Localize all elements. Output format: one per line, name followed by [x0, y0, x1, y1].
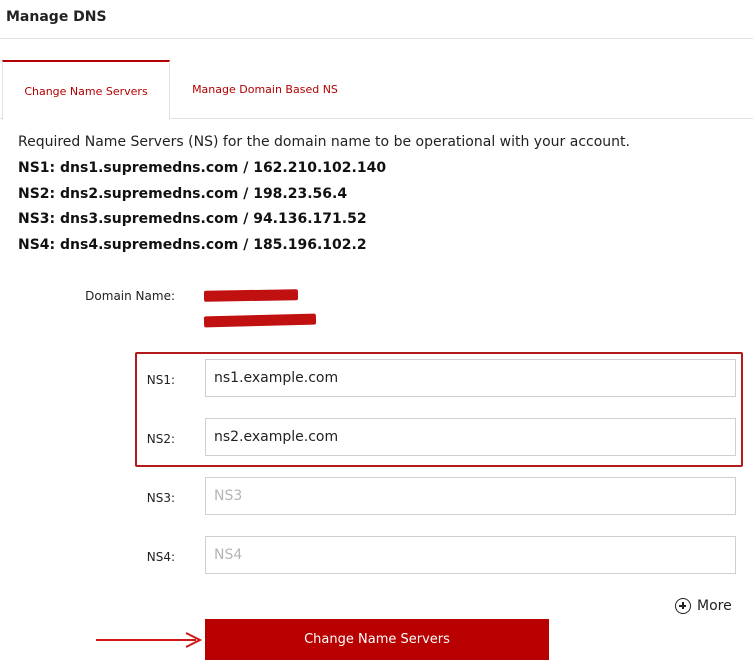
- tab-label: Change Name Servers: [24, 84, 148, 98]
- domain-name-label: Domain Name:: [85, 289, 175, 303]
- ns3-input[interactable]: [205, 477, 736, 515]
- ns4-input[interactable]: [205, 536, 736, 574]
- ns4-label: NS4:: [146, 550, 175, 564]
- change-name-servers-button[interactable]: Change Name Servers: [205, 619, 549, 660]
- page-title: Manage DNS: [6, 9, 107, 25]
- plus-circle-icon: [675, 598, 691, 614]
- tab-label: Manage Domain Based NS: [192, 83, 338, 96]
- ns3-label: NS3:: [146, 491, 175, 505]
- ns2-label: NS2:: [146, 432, 175, 446]
- title-divider: [0, 38, 753, 39]
- redacted-domain-mark: [203, 289, 299, 302]
- ns-requirement-text: Required Name Servers (NS) for the domai…: [18, 134, 630, 150]
- required-ns-3: NS3: dns3.supremedns.com / 94.136.171.52: [18, 211, 367, 227]
- ns1-label: NS1:: [146, 373, 175, 387]
- required-ns-2: NS2: dns2.supremedns.com / 198.23.56.4: [18, 186, 348, 202]
- required-ns-4: NS4: dns4.supremedns.com / 185.196.102.2: [18, 237, 367, 253]
- tab-change-name-servers[interactable]: Change Name Servers: [2, 60, 170, 120]
- redacted-domain-mark: [203, 313, 317, 328]
- tab-manage-domain-based-ns[interactable]: Manage Domain Based NS: [170, 60, 360, 119]
- more-button[interactable]: More: [675, 598, 732, 614]
- ns2-input[interactable]: [205, 418, 736, 456]
- required-ns-1: NS1: dns1.supremedns.com / 162.210.102.1…: [18, 160, 387, 176]
- ns1-input[interactable]: [205, 359, 736, 397]
- manage-dns-page: Manage DNS Change Name Servers Manage Do…: [0, 0, 753, 663]
- red-arrow-icon: [96, 632, 203, 648]
- more-label: More: [697, 598, 732, 614]
